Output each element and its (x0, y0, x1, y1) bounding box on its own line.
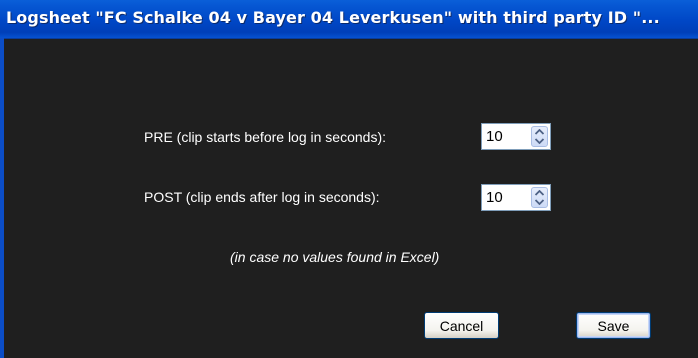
arrow-up-icon (535, 128, 544, 135)
pre-spin-buttons[interactable] (531, 126, 548, 147)
post-spin-buttons[interactable] (531, 187, 548, 208)
pre-spin-up-button[interactable] (532, 127, 547, 137)
post-spinbox[interactable]: 10 (481, 184, 551, 211)
window-title: Logsheet "FC Schalke 04 v Bayer 04 Lever… (6, 8, 660, 27)
pre-spinbox[interactable]: 10 (481, 123, 551, 150)
fallback-note: (in case no values found in Excel) (230, 249, 440, 265)
post-label: POST (clip ends after log in seconds): (144, 189, 380, 205)
save-button[interactable]: Save (576, 312, 651, 339)
post-spin-up-button[interactable] (532, 188, 547, 198)
title-bar[interactable]: Logsheet "FC Schalke 04 v Bayer 04 Lever… (0, 0, 698, 39)
arrow-up-icon (535, 189, 544, 196)
pre-label: PRE (clip starts before log in seconds): (144, 129, 386, 145)
post-spin-down-button[interactable] (532, 198, 547, 208)
pre-spin-down-button[interactable] (532, 137, 547, 147)
dialog-body: PRE (clip starts before log in seconds):… (4, 39, 698, 358)
arrow-down-icon (535, 138, 544, 145)
post-value[interactable]: 10 (486, 189, 503, 206)
cancel-button[interactable]: Cancel (424, 312, 499, 339)
pre-value[interactable]: 10 (486, 128, 503, 145)
logsheet-dialog: Logsheet "FC Schalke 04 v Bayer 04 Lever… (0, 0, 698, 358)
arrow-down-icon (535, 199, 544, 206)
